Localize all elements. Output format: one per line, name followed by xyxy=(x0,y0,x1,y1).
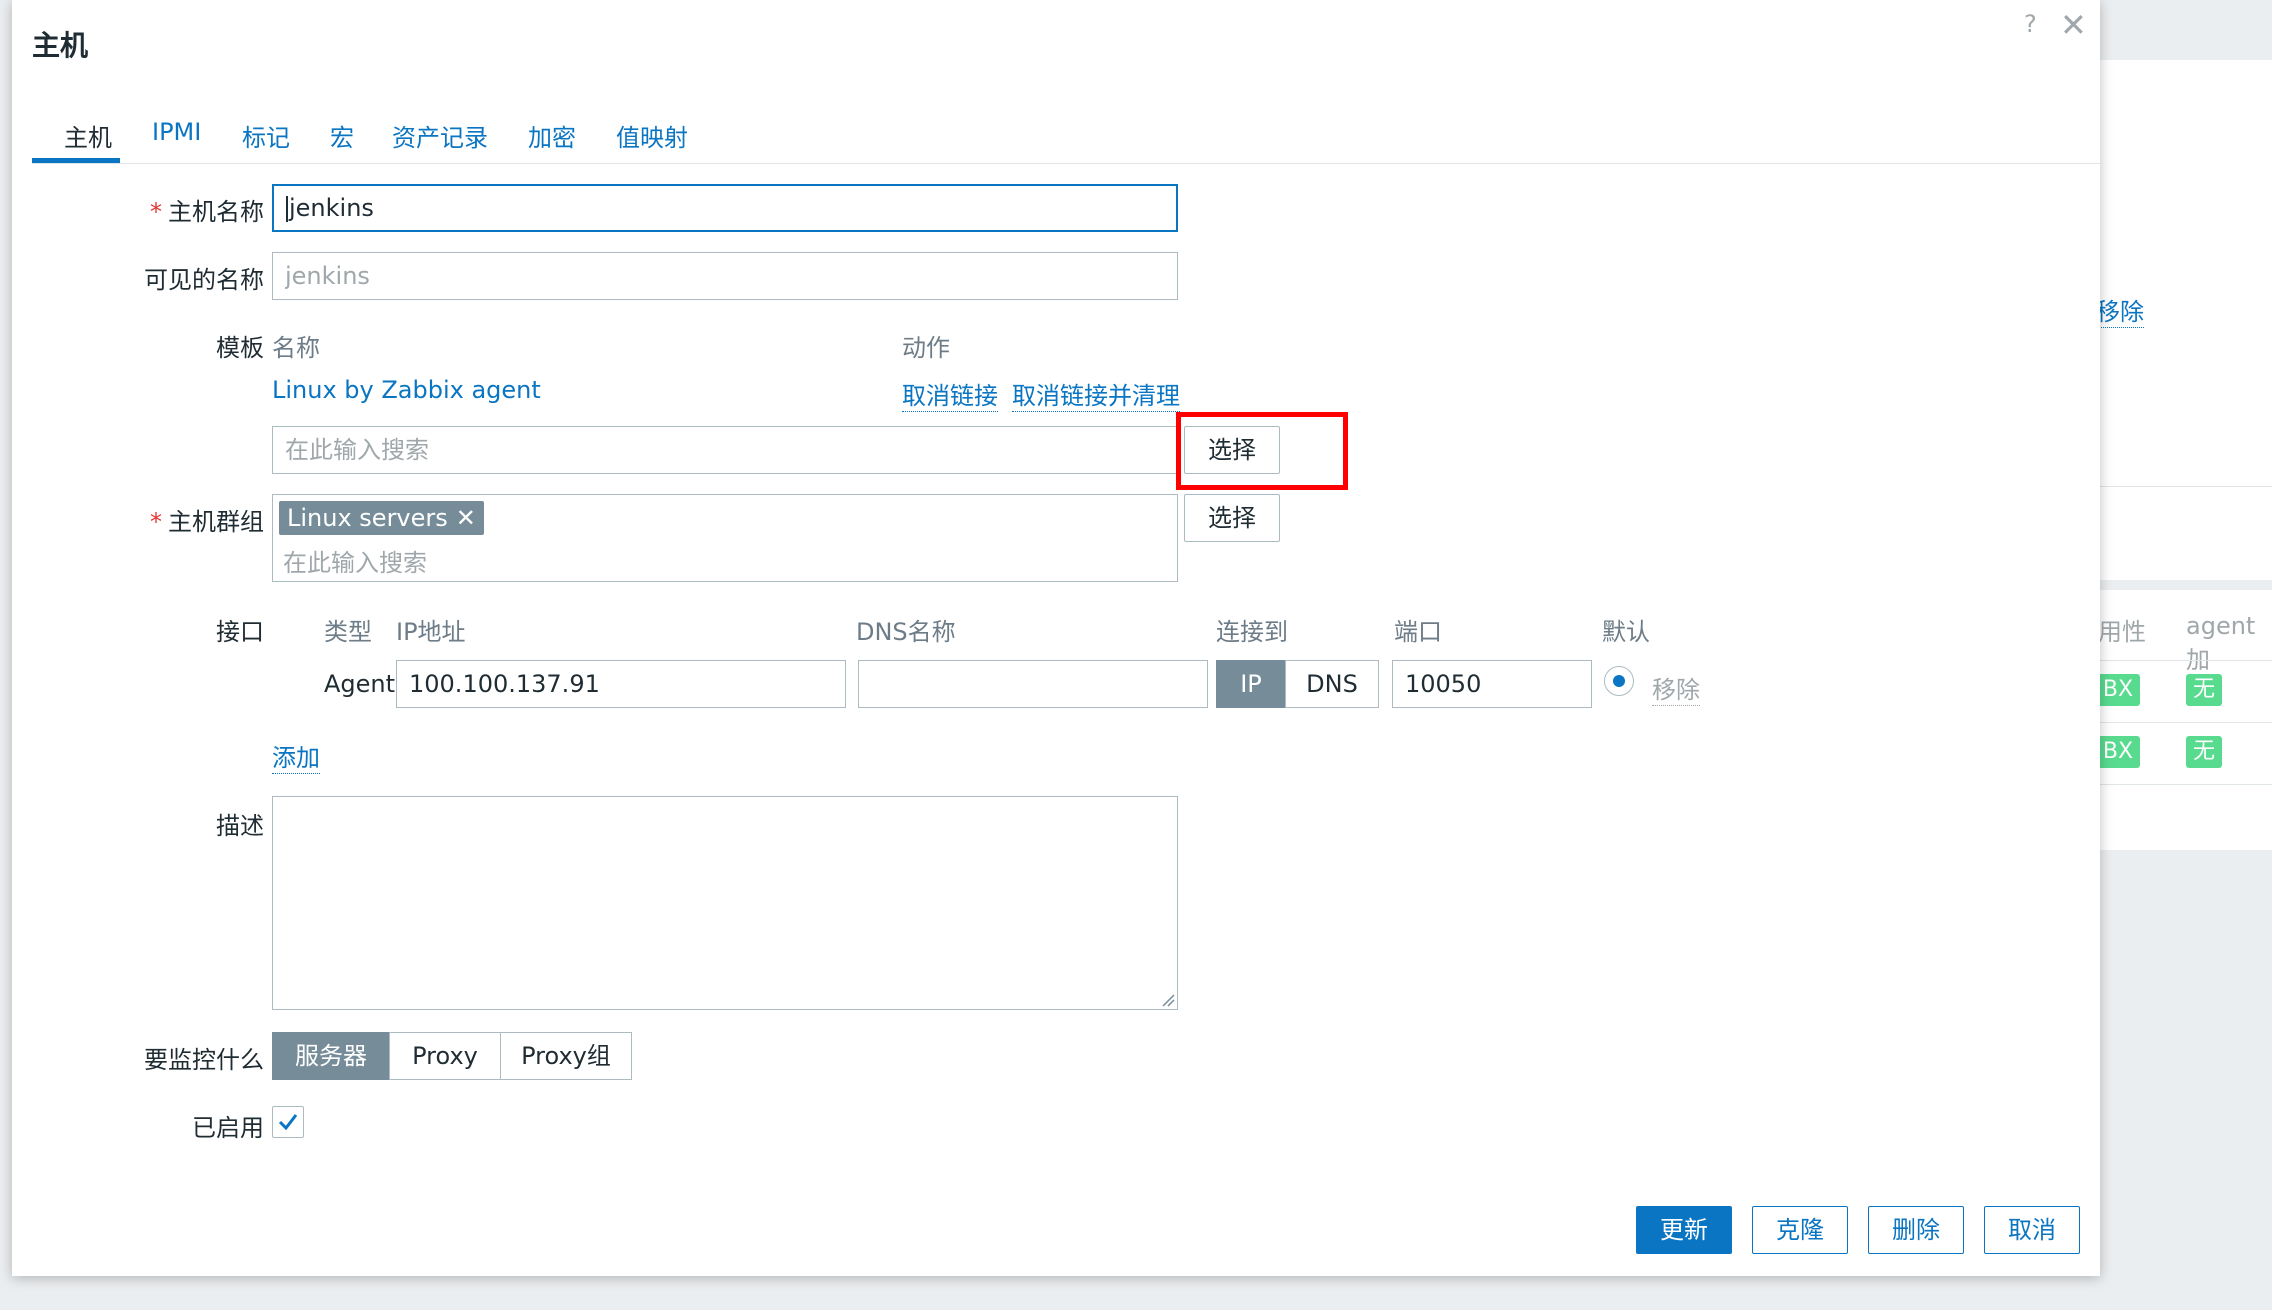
remove-chip-icon[interactable]: ✕ xyxy=(456,504,476,532)
interfaces-col-connect-to: 连接到 xyxy=(1216,618,1288,646)
highlight-box xyxy=(1176,412,1348,490)
default-interface-radio[interactable] xyxy=(1604,666,1634,696)
help-icon[interactable]: ? xyxy=(2024,10,2037,38)
monitored-by-server[interactable]: 服务器 xyxy=(272,1032,390,1080)
required-marker: * xyxy=(150,508,162,536)
interface-remove-link[interactable]: 移除 xyxy=(1652,670,1700,706)
interfaces-col-type: 类型 xyxy=(324,618,372,646)
delete-button[interactable]: 删除 xyxy=(1868,1206,1964,1254)
hostname-label-text: 主机名称 xyxy=(168,198,264,226)
interfaces-col-port: 端口 xyxy=(1394,618,1442,646)
tab-bar: 主机 IPMI 标记 宏 资产记录 加密 值映射 xyxy=(32,110,2100,164)
host-groups-multiselect[interactable]: Linux servers ✕ 在此输入搜索 xyxy=(272,494,1178,582)
host-groups-select-button[interactable]: 选择 xyxy=(1184,494,1280,542)
resize-handle-icon[interactable] xyxy=(1161,993,1175,1007)
interfaces-label: 接口 xyxy=(216,618,264,646)
description-textarea[interactable] xyxy=(272,796,1178,1010)
interface-type: Agent xyxy=(324,670,396,698)
hostname-input[interactable]: jenkins xyxy=(272,184,1178,232)
background-row-tag: BX xyxy=(2096,736,2140,768)
tab-tags[interactable]: 标记 xyxy=(242,118,290,153)
background-divider xyxy=(2080,784,2272,785)
host-dialog: 主机 ? ✕ 主机 IPMI 标记 宏 资产记录 加密 值映射 * 主机名称 je… xyxy=(12,0,2100,1276)
background-remove-link[interactable]: 移除 xyxy=(2096,292,2144,328)
hostname-value: jenkins xyxy=(289,194,374,222)
unlink-link[interactable]: 取消链接 xyxy=(902,376,998,412)
tab-value-mapping[interactable]: 值映射 xyxy=(616,118,688,153)
visible-name-label: 可见的名称 xyxy=(144,266,264,294)
interface-dns-input[interactable] xyxy=(858,660,1208,708)
background-col-agent: agent 加 xyxy=(2186,612,2256,674)
interface-port-input[interactable]: 10050 xyxy=(1392,660,1592,708)
template-link[interactable]: Linux by Zabbix agent xyxy=(272,376,541,404)
add-interface-link[interactable]: 添加 xyxy=(272,738,320,774)
dialog-title: 主机 xyxy=(32,29,89,62)
enabled-checkbox[interactable] xyxy=(272,1106,304,1138)
cancel-button[interactable]: 取消 xyxy=(1984,1206,2080,1254)
tab-macros[interactable]: 宏 xyxy=(330,118,354,153)
connect-dns-toggle[interactable]: DNS xyxy=(1285,660,1379,708)
checkmark-icon xyxy=(278,1114,298,1131)
visible-name-input[interactable] xyxy=(272,252,1178,300)
template-search-input[interactable] xyxy=(272,426,1178,474)
active-tab-indicator xyxy=(32,158,120,163)
update-button[interactable]: 更新 xyxy=(1636,1206,1732,1254)
background-col-availability: 用性 xyxy=(2098,618,2146,646)
templates-col-action: 动作 xyxy=(902,334,950,362)
description-label: 描述 xyxy=(216,812,264,840)
monitored-by-proxy[interactable]: Proxy xyxy=(389,1032,501,1080)
background-divider xyxy=(2080,722,2272,723)
interfaces-col-dns: DNS名称 xyxy=(856,618,956,646)
monitored-by-proxy-group[interactable]: Proxy组 xyxy=(500,1032,632,1080)
host-group-chip-label: Linux servers xyxy=(287,504,448,532)
hostname-label: * 主机名称 xyxy=(150,192,264,227)
background-row-status: 无 xyxy=(2186,736,2222,768)
text-cursor xyxy=(286,196,288,222)
host-groups-label-text: 主机群组 xyxy=(168,508,264,536)
tab-encryption[interactable]: 加密 xyxy=(528,118,576,153)
templates-col-name: 名称 xyxy=(272,334,320,362)
background-row-status: 无 xyxy=(2186,674,2222,706)
tab-ipmi[interactable]: IPMI xyxy=(152,118,201,146)
unlink-clear-link[interactable]: 取消链接并清理 xyxy=(1012,376,1180,412)
tab-inventory[interactable]: 资产记录 xyxy=(392,118,488,153)
monitored-by-label: 要监控什么 xyxy=(144,1046,264,1074)
host-group-chip: Linux servers ✕ xyxy=(279,501,484,535)
interfaces-col-default: 默认 xyxy=(1602,618,1650,646)
interfaces-col-ip: IP地址 xyxy=(396,618,466,646)
enabled-label: 已启用 xyxy=(192,1114,264,1142)
connect-ip-toggle[interactable]: IP xyxy=(1216,660,1286,708)
tab-host[interactable]: 主机 xyxy=(64,118,112,153)
host-group-search-placeholder[interactable]: 在此输入搜索 xyxy=(283,543,427,578)
required-marker: * xyxy=(150,198,162,226)
templates-label: 模板 xyxy=(216,334,264,362)
clone-button[interactable]: 克隆 xyxy=(1752,1206,1848,1254)
background-divider xyxy=(2080,486,2272,487)
interface-ip-input[interactable]: 100.100.137.91 xyxy=(396,660,846,708)
close-icon[interactable]: ✕ xyxy=(2060,6,2087,44)
host-groups-label: * 主机群组 xyxy=(150,502,264,537)
background-row-tag: BX xyxy=(2096,674,2140,706)
background-divider xyxy=(2080,660,2272,661)
